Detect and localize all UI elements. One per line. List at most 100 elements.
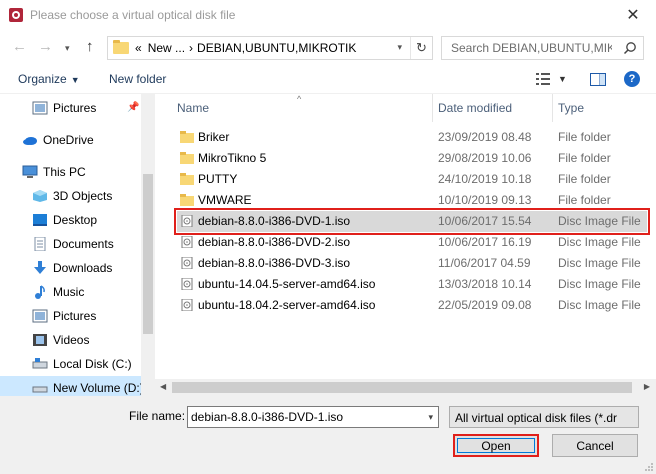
sidebar-item-local-disk-c[interactable]: Local Disk (C:)	[32, 352, 155, 376]
open-button[interactable]: Open	[453, 434, 539, 457]
column-divider[interactable]	[432, 94, 433, 122]
table-row[interactable]: ubuntu-14.04.5-server-amd64.iso 13/03/20…	[177, 274, 647, 295]
horizontal-scrollbar[interactable]: ◀ ▶	[155, 379, 656, 396]
file-name: PUTTY	[198, 172, 238, 186]
table-row[interactable]: debian-8.8.0-i386-DVD-2.iso 10/06/2017 1…	[177, 232, 647, 253]
sidebar-item-videos[interactable]: Videos	[32, 328, 155, 352]
breadcrumb-current[interactable]: DEBIAN,UBUNTU,MIKROTIK	[197, 41, 356, 55]
table-row[interactable]: ubuntu-18.04.2-server-amd64.iso 22/05/20…	[177, 295, 647, 316]
table-row[interactable]: VMWARE 10/10/2019 09.13 File folder	[177, 190, 647, 211]
view-options-icon[interactable]	[536, 73, 550, 85]
file-name: debian-8.8.0-i386-DVD-3.iso	[198, 256, 351, 270]
breadcrumb-overflow[interactable]: «	[135, 41, 142, 55]
sidebar-item-pictures[interactable]: Pictures	[32, 304, 155, 328]
breadcrumb-separator-icon[interactable]: ›	[189, 41, 193, 55]
resize-grip-icon[interactable]	[644, 462, 654, 472]
new-folder-button[interactable]: New folder	[109, 72, 166, 86]
disc-image-icon	[181, 257, 193, 269]
chevron-down-icon: ▾	[65, 43, 70, 53]
folder-icon	[180, 131, 194, 143]
table-row[interactable]: debian-8.8.0-i386-DVD-3.iso 11/06/2017 0…	[177, 253, 647, 274]
sidebar-item-label: Documents	[53, 237, 114, 251]
file-date: 29/08/2019 10.06	[438, 151, 532, 165]
close-icon: ✕	[626, 7, 640, 24]
file-type: Disc Image File	[558, 235, 641, 249]
refresh-button[interactable]: ↻	[410, 37, 432, 59]
file-date: 10/10/2019 09.13	[438, 193, 532, 207]
file-type-filter-value: All virtual optical disk files (*.dr	[455, 411, 618, 425]
dialog-footer: File name: ▾ All virtual optical disk fi…	[0, 396, 656, 474]
sidebar-item-this-pc[interactable]: This PC	[22, 160, 155, 184]
file-type: Disc Image File	[558, 256, 641, 270]
sort-ascending-icon: ^	[297, 94, 302, 104]
file-date: 23/09/2019 08.48	[438, 130, 532, 144]
sidebar-item-onedrive[interactable]: OneDrive	[22, 128, 155, 152]
folder-icon	[180, 152, 194, 164]
scroll-left-icon[interactable]: ◀	[160, 382, 166, 391]
sidebar-item-new-volume-d[interactable]: New Volume (D:)	[0, 376, 141, 396]
organize-button[interactable]: Organize ▼	[18, 72, 80, 86]
file-name: Briker	[198, 130, 230, 144]
file-date: 10/06/2017 15.54	[438, 214, 532, 228]
forward-button[interactable]: →	[38, 38, 53, 55]
scroll-right-icon[interactable]: ▶	[644, 382, 650, 391]
navigation-pane: Pictures 📌 OneDrive This PC 3D Objects D…	[0, 94, 155, 396]
sidebar-item-label: Desktop	[53, 213, 98, 227]
sidebar-item-label: Pictures	[53, 101, 97, 115]
videos-icon	[33, 334, 47, 346]
file-type: Disc Image File	[558, 298, 641, 312]
file-date: 10/06/2017 16.19	[438, 235, 532, 249]
table-row[interactable]: PUTTY 24/10/2019 10.18 File folder	[177, 169, 647, 190]
file-name-label: File name:	[129, 409, 186, 423]
file-type: File folder	[558, 172, 611, 186]
disc-image-icon	[181, 278, 193, 290]
column-header-name[interactable]: Name	[177, 94, 209, 122]
close-button[interactable]: ✕	[610, 0, 656, 30]
column-header-date[interactable]: Date modified	[438, 94, 512, 122]
file-name: VMWARE	[198, 193, 252, 207]
sidebar-item-3d-objects[interactable]: 3D Objects	[32, 184, 155, 208]
recent-locations-button[interactable]: ▾	[65, 43, 70, 54]
breadcrumb-parent[interactable]: New ...	[148, 41, 185, 55]
search-icon	[623, 42, 636, 55]
table-row-selected[interactable]: debian-8.8.0-i386-DVD-1.iso 10/06/2017 1…	[174, 208, 650, 235]
pictures-icon	[32, 309, 48, 323]
pin-icon[interactable]: 📌	[127, 102, 139, 113]
help-button[interactable]: ?	[624, 71, 640, 87]
file-type-filter[interactable]: All virtual optical disk files (*.dr	[449, 406, 639, 428]
address-bar[interactable]: « New ... › DEBIAN,UBUNTU,MIKROTIK ▾ ↻	[107, 36, 433, 60]
cancel-button[interactable]: Cancel	[552, 434, 638, 457]
table-row[interactable]: Briker 23/09/2019 08.48 File folder	[177, 127, 647, 148]
search-box[interactable]	[441, 36, 644, 60]
scrollbar-thumb[interactable]	[143, 174, 153, 334]
view-dropdown-icon[interactable]: ▼	[558, 74, 567, 84]
sidebar-scrollbar[interactable]	[141, 94, 155, 396]
disc-image-icon	[181, 215, 193, 227]
open-button-label: Open	[457, 438, 535, 453]
file-name-combobox[interactable]: ▾	[187, 406, 439, 428]
sidebar-item-documents[interactable]: Documents	[32, 232, 155, 256]
back-button[interactable]: ←	[12, 38, 27, 55]
sidebar-item-music[interactable]: Music	[32, 280, 155, 304]
drive-icon	[32, 358, 48, 369]
chevron-down-icon[interactable]: ▾	[428, 412, 433, 423]
file-date: 22/05/2019 09.08	[438, 298, 532, 312]
file-name: ubuntu-14.04.5-server-amd64.iso	[198, 277, 376, 291]
preview-pane-icon[interactable]	[590, 73, 606, 86]
scrollbar-thumb[interactable]	[172, 382, 632, 393]
sidebar-item-label: Local Disk (C:)	[53, 357, 132, 371]
column-header-type[interactable]: Type	[558, 94, 584, 122]
documents-icon	[34, 237, 46, 251]
column-divider[interactable]	[552, 94, 553, 122]
file-name: ubuntu-18.04.2-server-amd64.iso	[198, 298, 376, 312]
table-row[interactable]: MikroTikno 5 29/08/2019 10.06 File folde…	[177, 148, 647, 169]
folder-icon	[113, 40, 129, 54]
search-input[interactable]	[442, 37, 612, 59]
up-button[interactable]: ↑	[86, 38, 94, 55]
address-dropdown-icon[interactable]: ▾	[397, 42, 402, 53]
file-name-input[interactable]	[188, 407, 416, 427]
sidebar-item-desktop[interactable]: Desktop	[32, 208, 155, 232]
sidebar-item-downloads[interactable]: Downloads	[32, 256, 155, 280]
file-date: 24/10/2019 10.18	[438, 172, 532, 186]
arrow-up-icon: ↑	[86, 38, 94, 55]
